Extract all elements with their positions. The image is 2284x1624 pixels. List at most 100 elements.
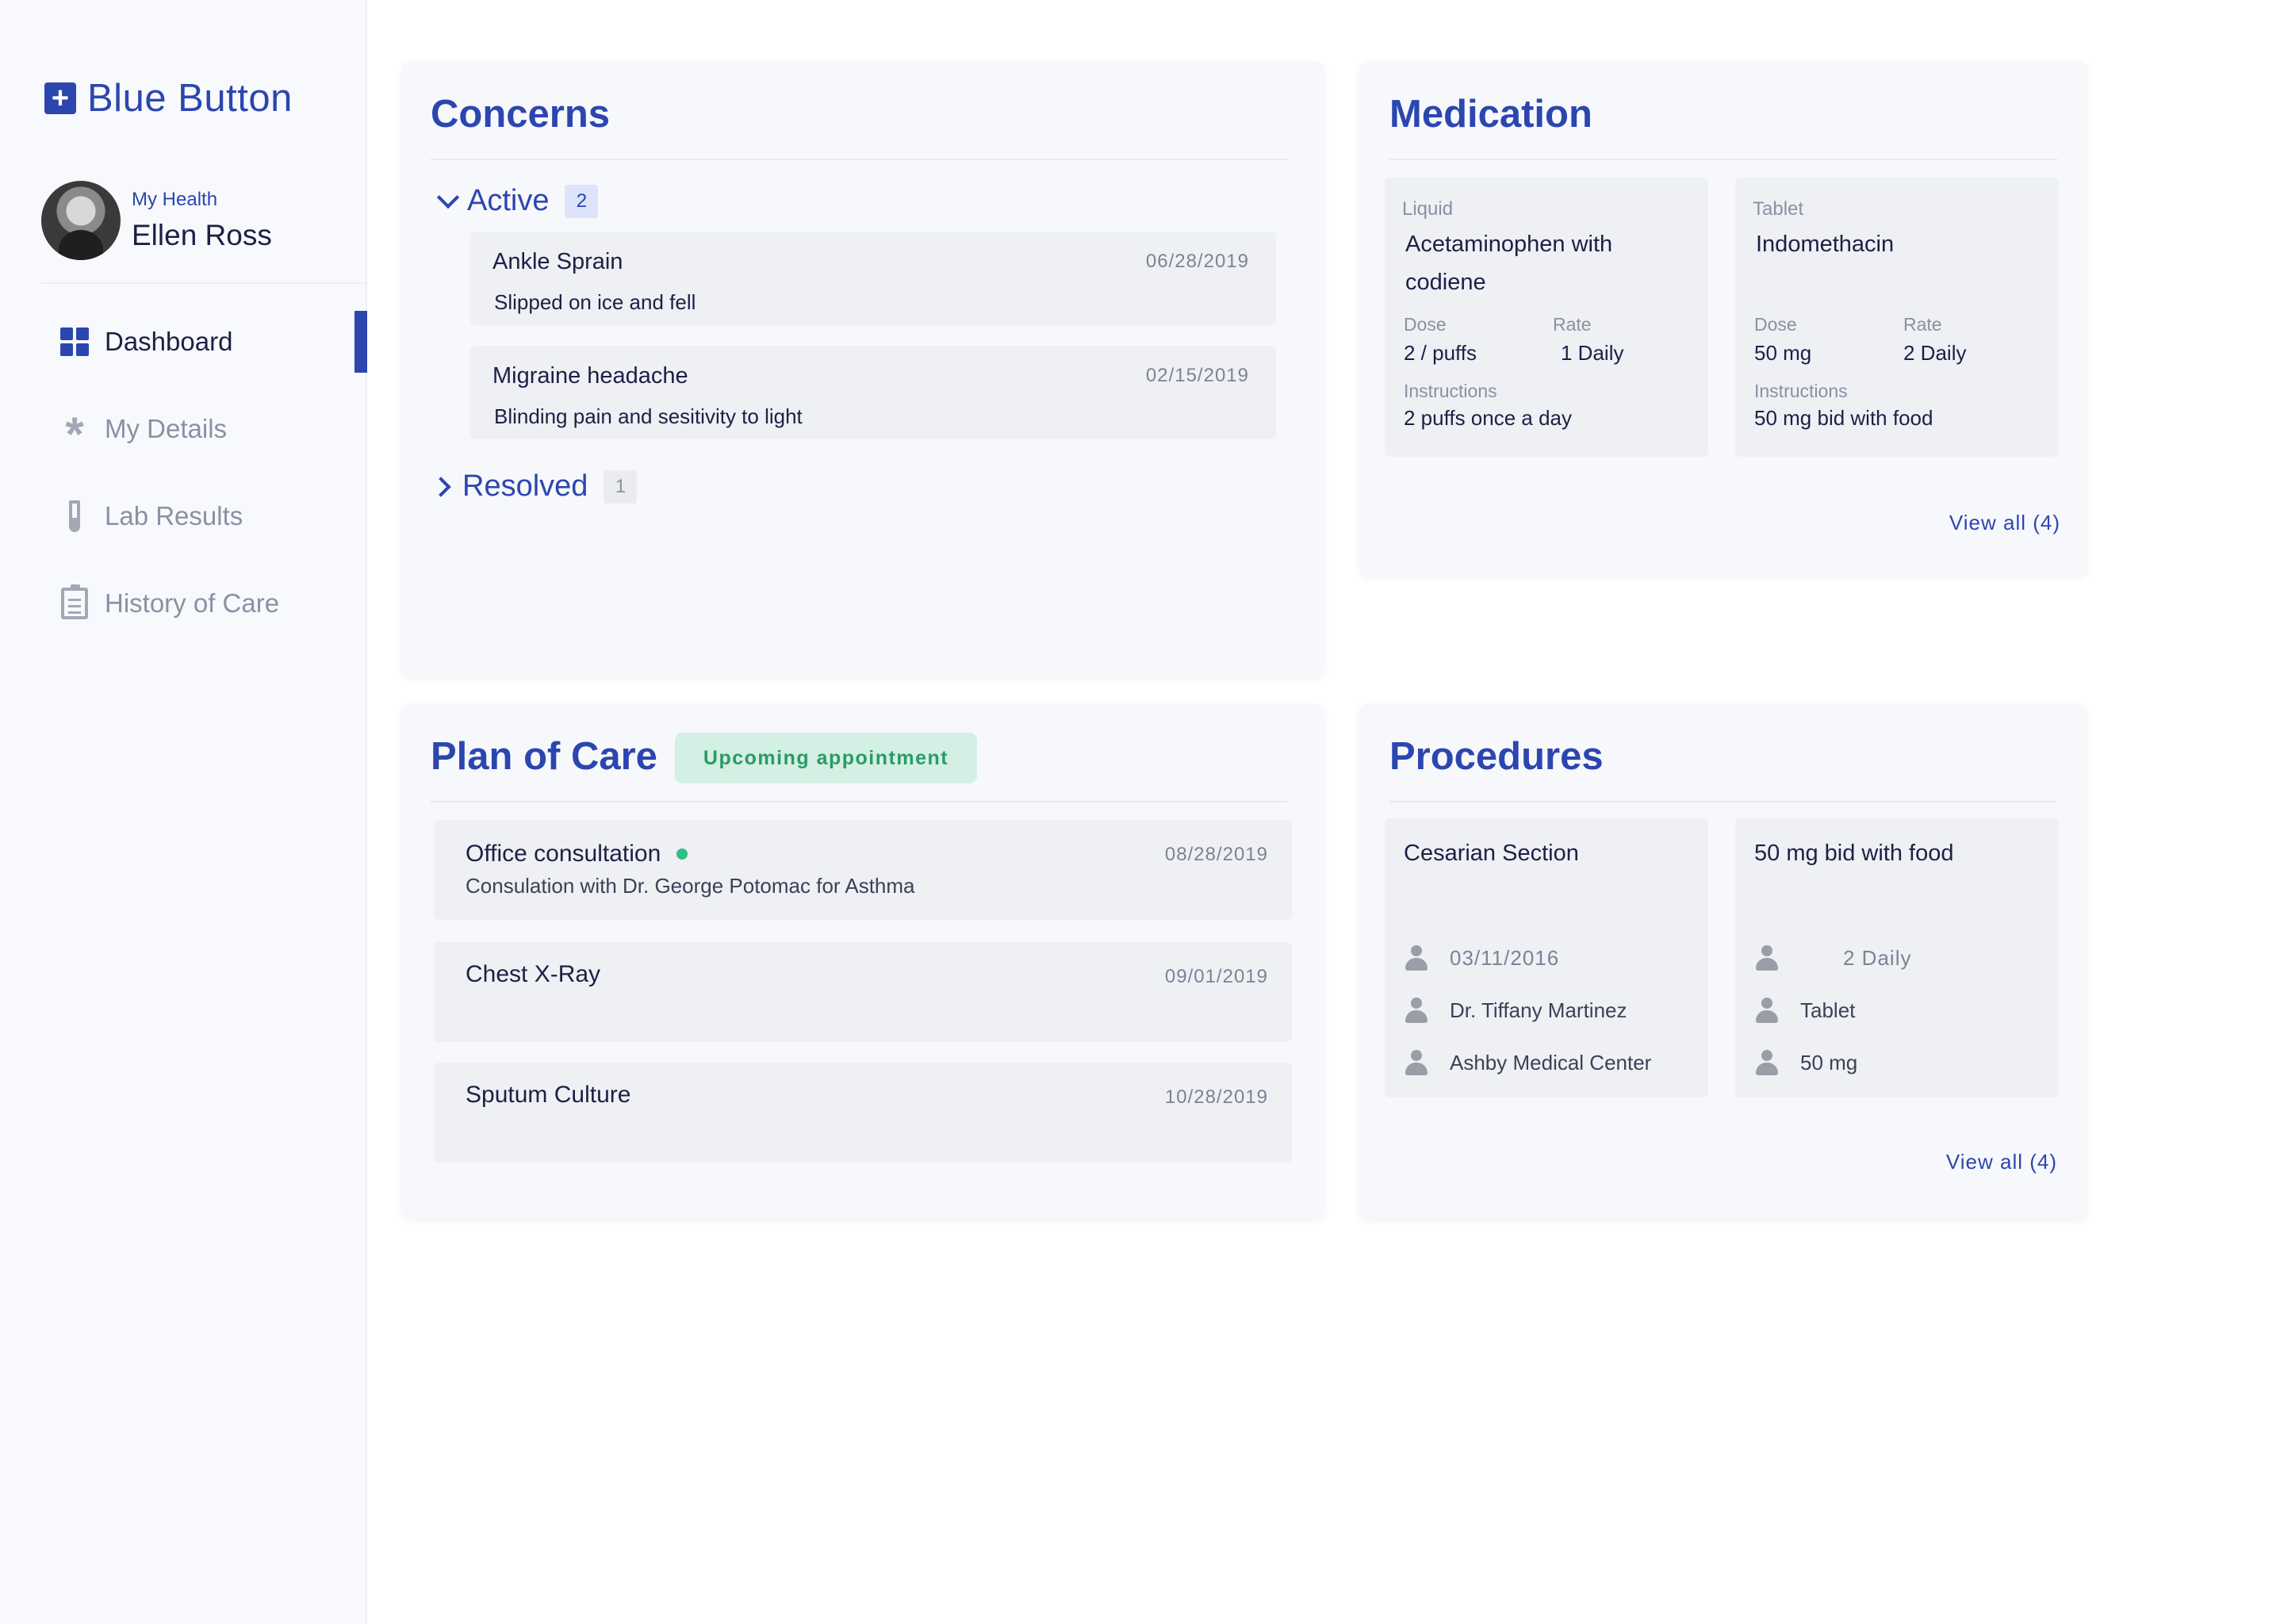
procedure-location-row: 50 mg [1756,1050,1857,1075]
medication-type: Liquid [1402,198,1454,220]
sidebar-nav: Dashboard * My Details Lab Results Histo… [0,311,367,660]
active-group-label: Active [467,184,550,217]
procedure-doctor: Tablet [1800,998,1856,1022]
procedure-location: 50 mg [1800,1050,1858,1074]
person-icon [1405,945,1428,971]
procedures-view-all-link[interactable]: View all (4) [1946,1150,2057,1174]
procedure-tile[interactable]: 50 mg bid with food 2 Daily Tablet 50 mg [1735,818,2059,1097]
instructions-label: Instructions [1404,381,1497,401]
avatar [41,181,121,260]
resolved-count-badge: 1 [604,469,638,504]
procedure-location: Ashby Medical Center [1450,1050,1652,1074]
person-icon [1756,998,1778,1023]
concern-description: Slipped on ice and fell [494,290,696,314]
dose-value: 2 / puffs [1404,341,1477,365]
rate-label: Rate [1553,314,1592,335]
person-icon [1756,1050,1778,1075]
procedure-location-row: Ashby Medical Center [1405,1050,1651,1075]
plan-of-care-title: Plan of Care [431,735,657,778]
medication-card: Medication Liquid Acetaminophen with cod… [1359,62,2087,575]
medication-tile[interactable]: Liquid Acetaminophen with codiene Dose R… [1385,178,1708,457]
procedure-date-row: 2 Daily [1756,945,1911,971]
procedures-header: Procedures [1389,734,2057,802]
concerns-header: Concerns [431,92,1287,160]
active-group-toggle[interactable]: Active 2 [435,184,599,218]
instructions-label: Instructions [1754,381,1848,401]
plan-item-date: 09/01/2019 [1164,966,1268,987]
procedures-card: Procedures Cesarian Section 03/11/2016 D… [1359,704,2087,1218]
instructions-value: 2 puffs once a day [1404,406,1573,430]
concern-title: Migraine headache [492,363,688,389]
plan-item[interactable]: Sputum Culture 10/28/2019 [434,1063,1292,1162]
procedure-title: 50 mg bid with food [1754,841,1954,866]
concerns-card: Concerns Active 2 Ankle Sprain Slipped o… [402,62,1324,676]
concern-date: 06/28/2019 [1145,251,1249,272]
plan-item-title: Sputum Culture [466,1082,631,1108]
procedure-tile[interactable]: Cesarian Section 03/11/2016 Dr. Tiffany … [1385,818,1708,1097]
plus-square-icon: + [44,82,76,114]
sidebar-item-label: History of Care [105,588,280,618]
person-icon [1756,945,1778,971]
dose-label: Dose [1754,314,1797,335]
sidebar-item-my-details[interactable]: * My Details [0,398,367,460]
sidebar-item-label: Lab Results [105,501,243,530]
active-count-badge: 2 [565,184,599,218]
clipboard-icon [60,584,89,619]
asterisk-icon: * [65,408,84,461]
resolved-group-toggle[interactable]: Resolved 1 [431,469,638,504]
plan-item[interactable]: Chest X-Ray 09/01/2019 [434,942,1292,1042]
test-tube-icon [60,500,89,532]
status-dot-icon [676,848,688,860]
concern-item[interactable]: Ankle Sprain Slipped on ice and fell 06/… [470,232,1276,325]
plan-of-care-card: Plan of Care Upcoming appointment Office… [402,704,1324,1218]
plan-item-date: 10/28/2019 [1164,1086,1268,1108]
plan-of-care-header: Plan of Care Upcoming appointment [431,733,1287,802]
concern-item[interactable]: Migraine headache Blinding pain and sesi… [470,346,1276,439]
concerns-title: Concerns [431,93,611,136]
medication-type: Tablet [1753,198,1804,220]
procedure-doctor-row: Tablet [1756,998,1855,1023]
brand-logo[interactable]: + Blue Button [44,76,293,121]
person-icon [1405,1050,1428,1075]
medication-tile[interactable]: Tablet Indomethacin Dose Rate 50 mg 2 Da… [1735,178,2059,457]
sidebar-item-lab-results[interactable]: Lab Results [0,485,367,547]
sidebar-item-label: My Details [105,414,228,443]
medication-name: Acetaminophen with codiene [1405,232,1613,295]
upcoming-appointment-badge[interactable]: Upcoming appointment [674,733,978,783]
person-icon [1405,998,1428,1023]
dose-value: 50 mg [1754,341,1812,365]
profile-subtitle: My Health [132,189,218,210]
chevron-right-icon [431,476,451,497]
procedure-title: Cesarian Section [1404,841,1579,866]
procedure-date: 2 Daily [1843,945,1912,970]
procedure-doctor-row: Dr. Tiffany Martinez [1405,998,1627,1023]
medication-view-all-link[interactable]: View all (4) [1949,511,2060,535]
user-profile[interactable]: My Health Ellen Ross [41,181,272,260]
procedures-title: Procedures [1389,735,1604,778]
brand-name: Blue Button [87,77,293,120]
profile-name: Ellen Ross [132,219,272,251]
sidebar-item-dashboard[interactable]: Dashboard [0,311,367,373]
sidebar-item-history-of-care[interactable]: History of Care [0,573,367,634]
procedure-date: 03/11/2016 [1450,945,1560,970]
procedure-doctor: Dr. Tiffany Martinez [1450,998,1627,1022]
sidebar-item-label: Dashboard [105,327,233,356]
sidebar-divider [41,282,367,284]
medication-header: Medication [1389,92,2057,160]
concern-date: 02/15/2019 [1145,365,1249,386]
medication-title: Medication [1389,93,1592,136]
concern-description: Blinding pain and sesitivity to light [494,404,803,428]
plan-item[interactable]: Office consultation Consulation with Dr.… [434,820,1292,920]
sidebar: + Blue Button My Health Ellen Ross Dashb… [0,0,367,1624]
plan-item-title: Office consultation [466,841,661,867]
dashboard-grid-icon [60,326,89,358]
resolved-group-label: Resolved [462,469,588,503]
plan-item-description: Consulation with Dr. George Potomac for … [466,874,915,898]
dose-label: Dose [1404,314,1447,335]
chevron-down-icon [436,186,460,209]
medication-name: Indomethacin [1756,232,1895,257]
procedure-date-row: 03/11/2016 [1405,945,1559,971]
rate-value: 1 Daily [1561,341,1624,365]
plan-item-title: Chest X-Ray [466,961,601,987]
plan-item-title-row: Office consultation [466,841,688,868]
